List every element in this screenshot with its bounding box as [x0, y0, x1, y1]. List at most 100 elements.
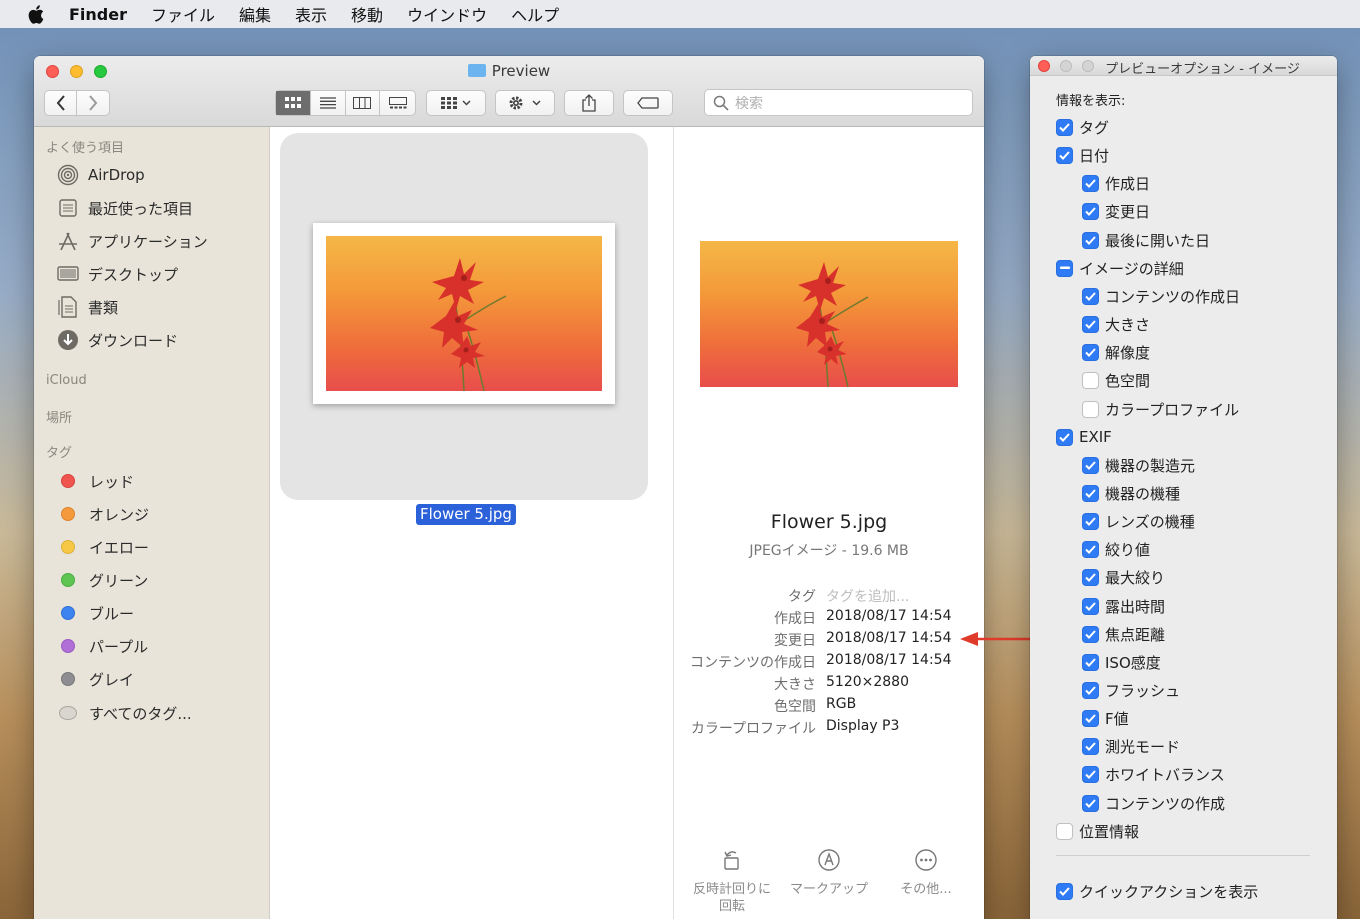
- sidebar-tag-purple[interactable]: パープル: [56, 634, 148, 658]
- menu-edit[interactable]: 編集: [239, 2, 271, 26]
- option-row[interactable]: フラッシュ: [1082, 680, 1180, 700]
- search-field[interactable]: 検索: [704, 89, 973, 116]
- option-row[interactable]: 露出時間: [1082, 596, 1165, 616]
- checkbox-checked[interactable]: [1082, 202, 1099, 220]
- option-row[interactable]: タグ: [1056, 117, 1109, 137]
- checkbox-checked[interactable]: [1082, 794, 1099, 812]
- menu-help[interactable]: ヘルプ: [511, 2, 559, 26]
- option-row[interactable]: ISO感度: [1082, 652, 1161, 672]
- sidebar-item-applications[interactable]: アプリケーション: [56, 229, 208, 253]
- option-row[interactable]: コンテンツの作成日: [1082, 286, 1240, 306]
- option-row[interactable]: イメージの詳細: [1056, 258, 1184, 278]
- checkbox-checked[interactable]: [1056, 118, 1073, 136]
- list-view-button[interactable]: [311, 91, 346, 115]
- checkbox-checked[interactable]: [1082, 287, 1099, 305]
- option-row[interactable]: 色空間: [1082, 370, 1150, 390]
- checkbox-checked[interactable]: [1056, 146, 1073, 164]
- checkbox-checked[interactable]: [1082, 231, 1099, 249]
- checkbox-checked[interactable]: [1082, 540, 1099, 558]
- locations-header[interactable]: 場所: [46, 407, 72, 426]
- sidebar-all-tags[interactable]: すべてのタグ...: [56, 701, 192, 725]
- option-row[interactable]: レンズの機種: [1082, 511, 1195, 531]
- rotate-left-button[interactable]: 反時計回りに 回転: [682, 847, 782, 915]
- tags-header[interactable]: タグ: [46, 442, 72, 461]
- markup-button[interactable]: マークアップ: [779, 847, 879, 898]
- finder-toolbar: Preview 検索: [34, 56, 984, 127]
- checkbox-checked[interactable]: [1082, 597, 1099, 615]
- checkbox-mixed[interactable]: [1056, 259, 1073, 277]
- group-button[interactable]: [426, 90, 486, 116]
- checkbox-checked[interactable]: [1082, 653, 1099, 671]
- sidebar-item-downloads[interactable]: ダウンロード: [56, 328, 178, 352]
- menu-view[interactable]: 表示: [295, 2, 327, 26]
- sidebar-tag-green[interactable]: グリーン: [56, 568, 148, 592]
- checkbox-checked[interactable]: [1082, 456, 1099, 474]
- share-button[interactable]: [564, 90, 614, 116]
- option-quick-actions[interactable]: クイックアクションを表示: [1056, 881, 1258, 901]
- forward-button[interactable]: [77, 91, 109, 115]
- checkbox-checked[interactable]: [1056, 428, 1073, 446]
- option-label: レンズの機種: [1105, 512, 1195, 531]
- sidebar-tag-blue[interactable]: ブルー: [56, 601, 134, 625]
- checkbox-unchecked[interactable]: [1082, 371, 1099, 389]
- sidebar-tag-gray[interactable]: グレイ: [56, 667, 134, 691]
- option-row[interactable]: ホワイトバランス: [1082, 764, 1225, 784]
- sidebar-item-documents[interactable]: 書類: [56, 295, 118, 319]
- checkbox-checked[interactable]: [1082, 709, 1099, 727]
- option-row[interactable]: 機器の機種: [1082, 483, 1180, 503]
- menu-window[interactable]: ウインドウ: [407, 2, 487, 26]
- checkbox-unchecked[interactable]: [1082, 400, 1099, 418]
- more-button[interactable]: その他...: [876, 847, 976, 898]
- sidebar-tag-red[interactable]: レッド: [56, 469, 134, 493]
- sidebar-item-recents[interactable]: 最近使った項目: [56, 196, 193, 220]
- sidebar-tag-yellow[interactable]: イエロー: [56, 535, 149, 559]
- option-row[interactable]: 変更日: [1082, 201, 1150, 221]
- option-row[interactable]: 絞り値: [1082, 539, 1150, 559]
- sidebar-tag-orange[interactable]: オレンジ: [56, 502, 149, 526]
- icloud-header[interactable]: iCloud: [46, 373, 87, 388]
- checkbox-checked[interactable]: [1056, 882, 1073, 900]
- option-row[interactable]: 大きさ: [1082, 314, 1150, 334]
- menu-file[interactable]: ファイル: [151, 2, 215, 26]
- option-row[interactable]: カラープロファイル: [1082, 399, 1239, 419]
- option-row[interactable]: 機器の製造元: [1082, 455, 1195, 475]
- menu-go[interactable]: 移動: [351, 2, 383, 26]
- option-row[interactable]: 測光モード: [1082, 736, 1180, 756]
- column-view-button[interactable]: [346, 91, 381, 115]
- option-row[interactable]: 最後に開いた日: [1082, 230, 1210, 250]
- menu-app-name[interactable]: Finder: [69, 5, 127, 24]
- option-row[interactable]: 日付: [1056, 145, 1109, 165]
- checkbox-checked[interactable]: [1082, 343, 1099, 361]
- option-row[interactable]: 作成日: [1082, 173, 1150, 193]
- option-row[interactable]: EXIF: [1056, 427, 1112, 447]
- checkbox-checked[interactable]: [1082, 681, 1099, 699]
- file-item-tile[interactable]: [280, 133, 648, 500]
- action-menu-button[interactable]: [495, 90, 555, 116]
- tag-button[interactable]: [623, 90, 673, 116]
- checkbox-checked[interactable]: [1082, 568, 1099, 586]
- meta-value: 5120×2880: [826, 674, 909, 690]
- apple-menu-icon[interactable]: [26, 4, 46, 24]
- back-button[interactable]: [45, 91, 78, 115]
- option-row[interactable]: F値: [1082, 708, 1129, 728]
- sidebar-item-desktop[interactable]: デスクトップ: [56, 262, 178, 286]
- option-row[interactable]: 位置情報: [1056, 821, 1139, 841]
- checkbox-checked[interactable]: [1082, 512, 1099, 530]
- tag-gray-icon: [61, 672, 75, 686]
- checkbox-checked[interactable]: [1082, 625, 1099, 643]
- add-tags-field[interactable]: タグを追加...: [826, 586, 909, 606]
- option-row[interactable]: 焦点距離: [1082, 624, 1165, 644]
- checkbox-checked[interactable]: [1082, 737, 1099, 755]
- checkbox-checked[interactable]: [1082, 484, 1099, 502]
- option-row[interactable]: コンテンツの作成: [1082, 793, 1225, 813]
- option-row[interactable]: 解像度: [1082, 342, 1150, 362]
- checkbox-unchecked[interactable]: [1056, 822, 1073, 840]
- selected-file-name[interactable]: Flower 5.jpg: [416, 504, 516, 525]
- checkbox-checked[interactable]: [1082, 765, 1099, 783]
- option-row[interactable]: 最大絞り: [1082, 567, 1165, 587]
- gallery-view-button[interactable]: [380, 91, 415, 115]
- checkbox-checked[interactable]: [1082, 315, 1099, 333]
- checkbox-checked[interactable]: [1082, 174, 1099, 192]
- icon-view-button[interactable]: [276, 91, 311, 115]
- sidebar-item-airdrop[interactable]: AirDrop: [56, 163, 145, 187]
